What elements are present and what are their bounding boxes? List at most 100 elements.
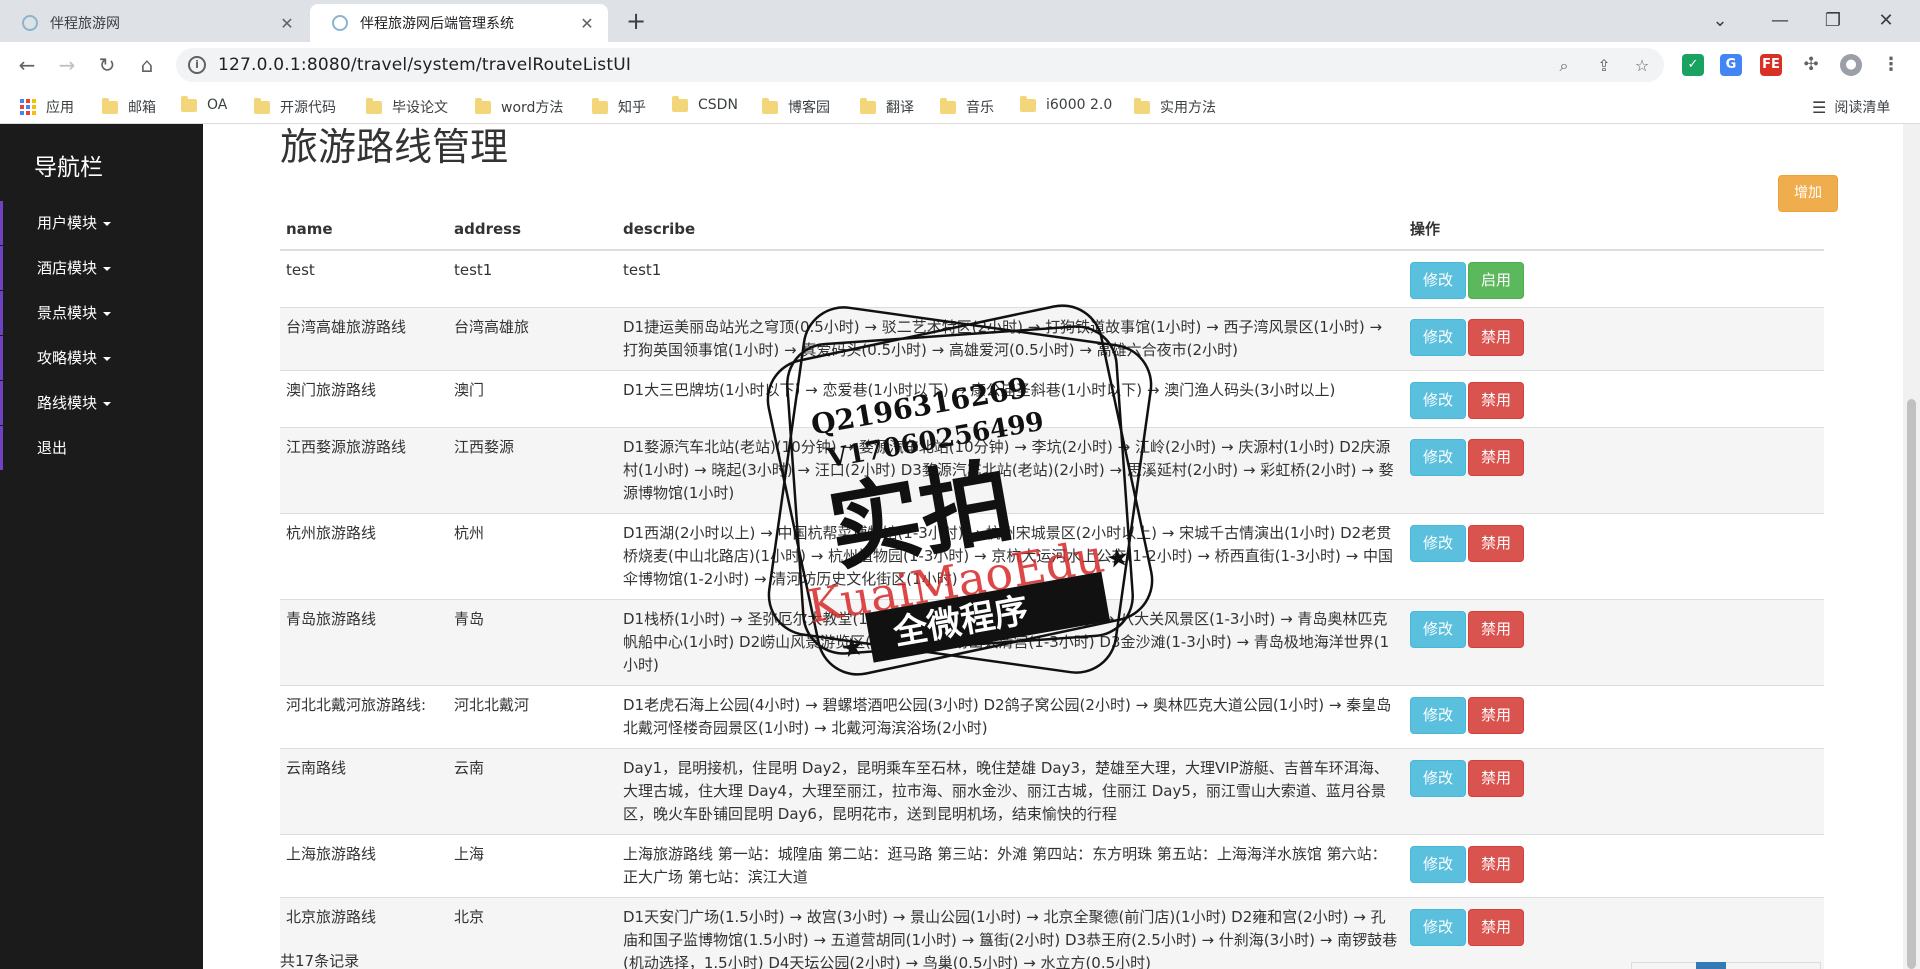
pagination[interactable] bbox=[1631, 962, 1821, 969]
restore-icon[interactable]: ❐ bbox=[1813, 6, 1853, 36]
edit-button[interactable]: 修改 bbox=[1410, 525, 1467, 562]
edit-button[interactable]: 修改 bbox=[1410, 382, 1467, 419]
bookmark-folder[interactable]: 实用方法 bbox=[1134, 97, 1216, 117]
sidebar-item-user[interactable]: 用户模块 bbox=[0, 201, 203, 245]
bookmark-folder[interactable]: 博客园 bbox=[762, 97, 830, 117]
reading-list[interactable]: ☰ 阅读清单 bbox=[1812, 97, 1890, 117]
folder-icon bbox=[181, 95, 197, 112]
cell-name: test bbox=[280, 249, 448, 308]
table-row: 澳门旅游路线 澳门 D1大三巴牌坊(1小时以下) → 恋爱巷(1小时以下) → 康公… bbox=[280, 370, 1824, 428]
disable-button[interactable]: 禁用 bbox=[1468, 439, 1525, 476]
disable-button[interactable]: 禁用 bbox=[1468, 846, 1525, 883]
disable-button[interactable]: 禁用 bbox=[1468, 319, 1525, 356]
sidebar-item-guide[interactable]: 攻略模块 bbox=[0, 336, 203, 380]
sidebar-item-scenic[interactable]: 景点模块 bbox=[0, 291, 203, 335]
sidebar-item-hotel[interactable]: 酒店模块 bbox=[0, 246, 203, 290]
tab-title: 伴程旅游网后端管理系统 bbox=[360, 16, 514, 32]
browser-tab-active[interactable]: 伴程旅游网后端管理系统 ✕ bbox=[310, 4, 608, 42]
pagination-current[interactable] bbox=[1696, 962, 1726, 969]
bookmark-folder[interactable]: i6000 2.0 bbox=[1020, 95, 1112, 113]
apps-grid-icon bbox=[20, 99, 36, 115]
bookmark-folder[interactable]: 开源代码 bbox=[254, 97, 336, 117]
browser-tab[interactable]: 伴程旅游网 ✕ bbox=[0, 4, 308, 42]
window-close-icon[interactable]: ✕ bbox=[1866, 6, 1906, 36]
translate-extension-icon[interactable]: G bbox=[1720, 54, 1742, 76]
forward-icon[interactable]: → bbox=[52, 50, 82, 80]
disable-button[interactable]: 禁用 bbox=[1468, 697, 1525, 734]
star-icon[interactable]: ☆ bbox=[1632, 56, 1652, 76]
puzzle-icon[interactable]: ✣ bbox=[1800, 54, 1822, 76]
disable-button[interactable]: 禁用 bbox=[1468, 382, 1525, 419]
cell-describe: D1老虎石海上公园(4小时) → 碧螺塔酒吧公园(3小时) D2鸽子窝公园(2小… bbox=[617, 685, 1404, 749]
edit-button[interactable]: 修改 bbox=[1410, 611, 1467, 648]
cell-actions: 修改 禁用 bbox=[1404, 370, 1824, 428]
new-tab-icon[interactable]: + bbox=[622, 8, 650, 36]
caret-down-icon bbox=[103, 311, 112, 316]
disable-button[interactable]: 禁用 bbox=[1468, 525, 1525, 562]
reload-icon[interactable]: ↻ bbox=[92, 50, 122, 80]
table-row: 河北北戴河旅游路线: 河北北戴河 D1老虎石海上公园(4小时) → 碧螺塔酒吧公园(… bbox=[280, 685, 1824, 749]
edit-button[interactable]: 修改 bbox=[1410, 846, 1467, 883]
folder-icon bbox=[1134, 97, 1150, 114]
sidebar-item-logout[interactable]: 退出 bbox=[0, 426, 203, 470]
edit-button[interactable]: 修改 bbox=[1410, 319, 1467, 356]
bookmark-folder[interactable]: word方法 bbox=[475, 97, 563, 117]
edit-button[interactable]: 修改 bbox=[1410, 262, 1467, 299]
table-row: 上海旅游路线 上海 上海旅游路线 第一站：城隍庙 第二站：逛马路 第三站：外滩 第四… bbox=[280, 834, 1824, 898]
shield-extension-icon[interactable]: ✓ bbox=[1682, 54, 1704, 76]
url-text[interactable]: 127.0.0.1:8080/travel/system/travelRoute… bbox=[218, 55, 631, 75]
cell-address: test1 bbox=[448, 249, 617, 308]
scrollbar-thumb[interactable] bbox=[1907, 399, 1916, 969]
sidebar-item-route[interactable]: 路线模块 bbox=[0, 381, 203, 425]
add-route-button[interactable]: 增加 bbox=[1778, 175, 1838, 212]
avatar-icon[interactable]: ● bbox=[1840, 54, 1862, 76]
bookmark-folder[interactable]: 知乎 bbox=[592, 97, 646, 117]
close-icon[interactable]: ✕ bbox=[578, 14, 596, 33]
info-icon[interactable]: i bbox=[188, 56, 206, 74]
edit-button[interactable]: 修改 bbox=[1410, 697, 1467, 734]
edit-button[interactable]: 修改 bbox=[1410, 439, 1467, 476]
close-icon[interactable]: ✕ bbox=[278, 14, 296, 33]
bookmark-folder[interactable]: 毕设论文 bbox=[366, 97, 448, 117]
bookmark-folder[interactable]: 音乐 bbox=[940, 97, 994, 117]
bookmark-folder[interactable]: 邮箱 bbox=[102, 97, 156, 117]
folder-icon bbox=[1020, 95, 1036, 112]
cell-actions: 修改 禁用 bbox=[1404, 685, 1824, 749]
zoom-icon[interactable]: ⌕ bbox=[1554, 56, 1574, 76]
disable-button[interactable]: 禁用 bbox=[1468, 611, 1525, 648]
minimize-icon[interactable]: — bbox=[1760, 6, 1800, 36]
bookmark-apps[interactable]: 应用 bbox=[20, 97, 74, 117]
share-icon[interactable]: ⇪ bbox=[1594, 56, 1614, 76]
sidebar: 导航栏 用户模块 酒店模块 景点模块 攻略模块 路线模块 退出 bbox=[0, 124, 203, 969]
cell-describe: D1大三巴牌坊(1小时以下) → 恋爱巷(1小时以下) → 康公庙圣斜巷(1小时… bbox=[617, 370, 1404, 428]
page-scrollbar[interactable] bbox=[1903, 124, 1920, 969]
table-row: test test1 test1 修改 启用 bbox=[280, 249, 1824, 308]
home-icon[interactable]: ⌂ bbox=[132, 50, 162, 80]
cell-actions: 修改 禁用 bbox=[1404, 307, 1824, 371]
column-header-actions: 操作 bbox=[1404, 208, 1824, 251]
more-icon[interactable]: ⋮ bbox=[1880, 54, 1902, 76]
back-icon[interactable]: ← bbox=[12, 50, 42, 80]
browser-toolbar: ← → ↻ ⌂ i 127.0.0.1:8080/travel/system/t… bbox=[0, 42, 1920, 88]
cell-actions: 修改 禁用 bbox=[1404, 427, 1824, 514]
cell-name: 杭州旅游路线 bbox=[280, 513, 448, 600]
address-bar[interactable]: i 127.0.0.1:8080/travel/system/travelRou… bbox=[176, 48, 1664, 82]
folder-icon bbox=[366, 97, 382, 114]
cell-describe: D1婺源汽车北站(老站)(10分钟) → 婺源汽车北站(10分钟) → 李坑(2… bbox=[617, 427, 1404, 514]
edit-button[interactable]: 修改 bbox=[1410, 909, 1467, 946]
cell-describe: D1捷运美丽岛站光之穹顶(0.5小时) → 驳二艺术特区(2小时) → 打狗铁道… bbox=[617, 307, 1404, 371]
cell-actions: 修改 禁用 bbox=[1404, 599, 1824, 686]
enable-button[interactable]: 启用 bbox=[1468, 262, 1525, 299]
edit-button[interactable]: 修改 bbox=[1410, 760, 1467, 797]
fe-extension-icon[interactable]: FE bbox=[1760, 54, 1782, 76]
bookmark-folder[interactable]: CSDN bbox=[672, 95, 738, 113]
cell-name: 云南路线 bbox=[280, 748, 448, 835]
bookmark-folder[interactable]: 翻译 bbox=[860, 97, 914, 117]
table-row: 杭州旅游路线 杭州 D1西湖(2小时以上) → 中国杭帮菜博物馆(1-3小时) → … bbox=[280, 513, 1824, 600]
table-row: 台湾高雄旅游路线 台湾高雄旅 D1捷运美丽岛站光之穹顶(0.5小时) → 驳二艺术特… bbox=[280, 307, 1824, 371]
disable-button[interactable]: 禁用 bbox=[1468, 760, 1525, 797]
disable-button[interactable]: 禁用 bbox=[1468, 909, 1525, 946]
bookmark-folder[interactable]: OA bbox=[181, 95, 227, 113]
chevron-down-icon[interactable]: ⌄ bbox=[1700, 6, 1740, 36]
cell-name: 台湾高雄旅游路线 bbox=[280, 307, 448, 371]
